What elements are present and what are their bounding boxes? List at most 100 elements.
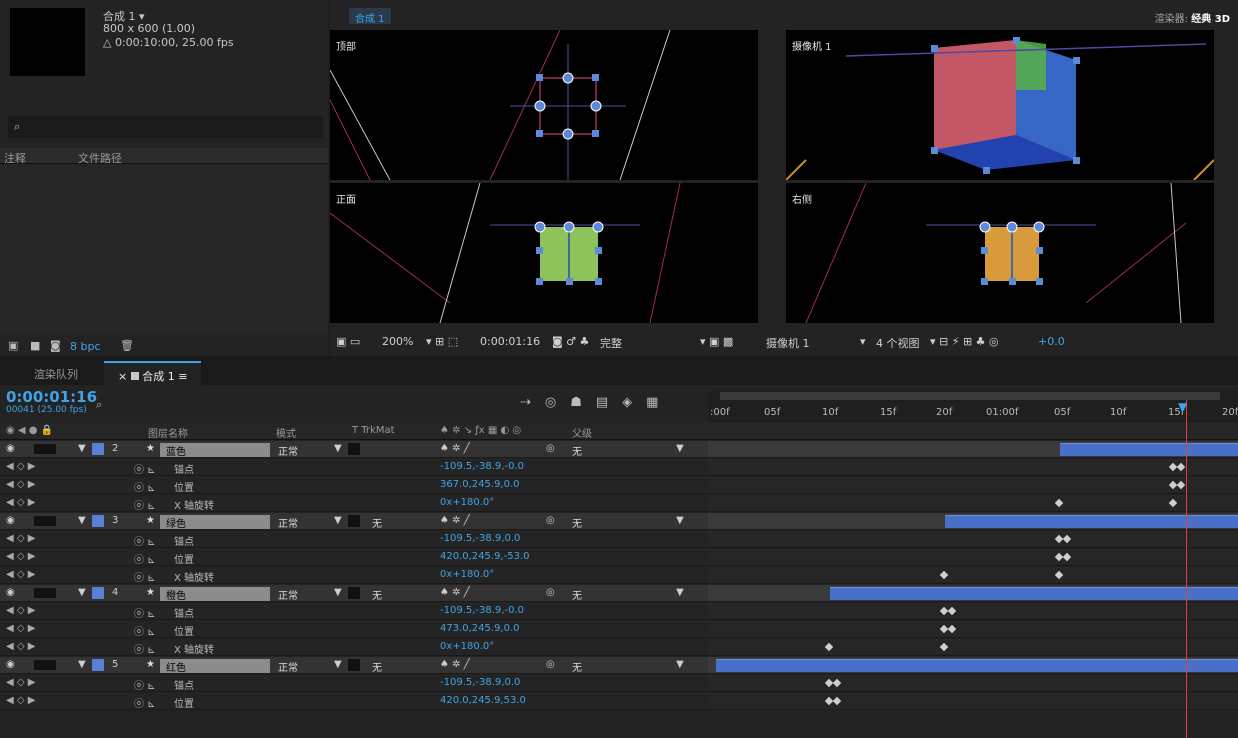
layer-name[interactable]: 绿色 (160, 515, 270, 530)
layer-name[interactable]: 蓝色 (160, 443, 270, 458)
layer-switches-icon[interactable]: ♠ ✲ ╱ (440, 587, 470, 598)
solo-box[interactable] (34, 588, 56, 598)
pickwhip-icon[interactable]: ◎ (546, 659, 555, 670)
mode-chevron-icon[interactable]: ▼ (334, 587, 342, 598)
layer-switches-icon[interactable]: ♠ ✲ ╱ (440, 515, 470, 526)
keyframe[interactable] (1054, 570, 1064, 580)
property-row[interactable]: ◀ ◇ ▶ ⓞ ⊾ 锚点 -109.5,-38.9,0.0 (0, 531, 708, 548)
property-track[interactable] (708, 639, 1238, 656)
keyframe[interactable] (824, 642, 834, 652)
layer-trkmat[interactable]: 无 (372, 515, 382, 530)
layer-row[interactable]: ◉ ▼ 4 ★ 橙色 正常 ▼ 无 ♠ ✲ ╱ ◎ 无 ▼ (0, 585, 708, 602)
switches-icon[interactable]: ♠ ✲ ↘ ƒx ▦ ◐ ◎ (440, 425, 521, 436)
layer-name[interactable]: 红色 (160, 659, 270, 674)
layer-mode[interactable]: 正常 (278, 515, 298, 530)
av-switches-icon[interactable]: ◉ ◀ ● 🔒 (6, 425, 53, 436)
zoom-dropdown[interactable]: 200% (382, 335, 413, 348)
layer-row[interactable]: ◉ ▼ 5 ★ 红色 正常 ▼ 无 ♠ ✲ ╱ ◎ 无 ▼ (0, 657, 708, 674)
keyframe[interactable] (1168, 498, 1178, 508)
camera-dropdown[interactable]: 摄像机 1 (766, 335, 810, 351)
viewport-front[interactable]: 正面 (330, 183, 758, 323)
layer-mode[interactable]: 正常 (278, 443, 298, 458)
solo-box[interactable] (34, 444, 56, 454)
label-color[interactable] (92, 587, 104, 599)
layer-mode[interactable]: 正常 (278, 587, 298, 602)
keyframe-nav-icon[interactable]: ◀ ◇ ▶ (6, 533, 35, 544)
layer-trkmat[interactable]: 无 (372, 587, 382, 602)
label-color[interactable] (92, 443, 104, 455)
keyframe-nav-icon[interactable]: ◀ ◇ ▶ (6, 641, 35, 652)
keyframe[interactable] (1176, 462, 1186, 472)
property-value[interactable]: 420.0,245.9,-53.0 (440, 551, 530, 562)
keyframe-nav-icon[interactable]: ◀ ◇ ▶ (6, 695, 35, 706)
new-comp-icon[interactable]: ◙ (50, 339, 61, 352)
stopwatch-icon[interactable]: ⓞ ⊾ (134, 461, 156, 476)
keyframe[interactable] (1062, 552, 1072, 562)
keyframe[interactable] (1176, 480, 1186, 490)
work-area-bar[interactable] (720, 392, 1220, 400)
eye-icon[interactable]: ◉ (6, 443, 15, 454)
pickwhip-icon[interactable]: ◎ (546, 515, 555, 526)
keyframe-nav-icon[interactable]: ◀ ◇ ▶ (6, 569, 35, 580)
mode-chevron-icon[interactable]: ▼ (334, 443, 342, 454)
viewport-camera[interactable]: 摄像机 1 (786, 30, 1214, 180)
property-row[interactable]: ◀ ◇ ▶ ⓞ ⊾ 锚点 -109.5,-38.9,-0.0 (0, 603, 708, 620)
layer-row[interactable]: ◉ ▼ 3 ★ 绿色 正常 ▼ 无 ♠ ✲ ╱ ◎ 无 ▼ (0, 513, 708, 530)
property-track[interactable] (708, 459, 1238, 476)
col-parent[interactable]: 父级 (572, 425, 592, 440)
keyframe-nav-icon[interactable]: ◀ ◇ ▶ (6, 479, 35, 490)
property-row[interactable]: ◀ ◇ ▶ ⓞ ⊾ 位置 420.0,245.9,53.0 (0, 693, 708, 710)
layer-track[interactable] (708, 441, 1238, 458)
keyframe[interactable] (832, 678, 842, 688)
folder-icon[interactable]: ■ (30, 339, 40, 352)
always-preview-icon[interactable]: ▣ ▭ (336, 335, 360, 348)
exposure-value[interactable]: +0.0 (1038, 335, 1065, 348)
mode-chevron-icon[interactable]: ▼ (334, 515, 342, 526)
property-track[interactable] (708, 495, 1238, 512)
layer-parent[interactable]: 无 (572, 443, 582, 458)
viewport-top[interactable]: 顶部 (330, 30, 758, 180)
parent-chevron-icon[interactable]: ▼ (676, 443, 684, 454)
property-track[interactable] (708, 549, 1238, 566)
current-time[interactable]: 0:00:01:16 (6, 388, 97, 406)
layer-duration-bar[interactable] (716, 659, 1238, 672)
quality-dropdown[interactable]: 完整 (600, 335, 622, 351)
layer-row[interactable]: ◉ ▼ 2 ★ 蓝色 正常 ▼ ♠ ✲ ╱ ◎ 无 ▼ (0, 441, 708, 458)
pickwhip-icon[interactable]: ◎ (546, 587, 555, 598)
stopwatch-icon[interactable]: ⓞ ⊾ (134, 695, 156, 710)
keyframe-nav-icon[interactable]: ◀ ◇ ▶ (6, 623, 35, 634)
property-value[interactable]: -109.5,-38.9,-0.0 (440, 461, 524, 472)
stopwatch-icon[interactable]: ⓞ ⊾ (134, 641, 156, 656)
layer-track[interactable] (708, 657, 1238, 674)
playhead-icon[interactable]: ▼ (1178, 400, 1187, 414)
layer-duration-bar[interactable] (830, 587, 1238, 600)
keyframe-nav-icon[interactable]: ◀ ◇ ▶ (6, 677, 35, 688)
layer-parent[interactable]: 无 (572, 515, 582, 530)
zoom-chevron-icon[interactable]: ▾ ⊞ ⬚ (426, 335, 458, 348)
renderer-info[interactable]: 渲染器: 经典 3D (1155, 10, 1230, 25)
timeline-search-icon[interactable]: ⌕ (96, 398, 102, 412)
property-value[interactable]: 0x+180.0° (440, 569, 494, 580)
preserve-box[interactable] (348, 515, 360, 527)
keyframe[interactable] (1054, 498, 1064, 508)
keyframe[interactable] (939, 570, 949, 580)
stopwatch-icon[interactable]: ⓞ ⊾ (134, 533, 156, 548)
property-row[interactable]: ◀ ◇ ▶ ⓞ ⊾ X 轴旋转 0x+180.0° (0, 495, 708, 512)
stopwatch-icon[interactable]: ⓞ ⊾ (134, 623, 156, 638)
keyframe-nav-icon[interactable]: ◀ ◇ ▶ (6, 461, 35, 472)
preserve-box[interactable] (348, 587, 360, 599)
twirl-icon[interactable]: ▼ (78, 515, 86, 526)
tab-render-queue[interactable]: 渲染队列 (20, 361, 92, 385)
col-trkmat[interactable]: T TrkMat (352, 425, 395, 436)
twirl-icon[interactable]: ▼ (78, 443, 86, 454)
property-value[interactable]: -109.5,-38.9,0.0 (440, 677, 520, 688)
stopwatch-icon[interactable]: ⓞ ⊾ (134, 497, 156, 512)
twirl-icon[interactable]: ▼ (78, 587, 86, 598)
keyframe-nav-icon[interactable]: ◀ ◇ ▶ (6, 605, 35, 616)
snapshot-icon[interactable]: ◙ ♂ ♣ (552, 335, 589, 348)
pickwhip-icon[interactable]: ◎ (546, 443, 555, 454)
property-track[interactable] (708, 603, 1238, 620)
eye-icon[interactable]: ◉ (6, 587, 15, 598)
property-value[interactable]: 0x+180.0° (440, 641, 494, 652)
col-mode[interactable]: 模式 (276, 425, 296, 440)
